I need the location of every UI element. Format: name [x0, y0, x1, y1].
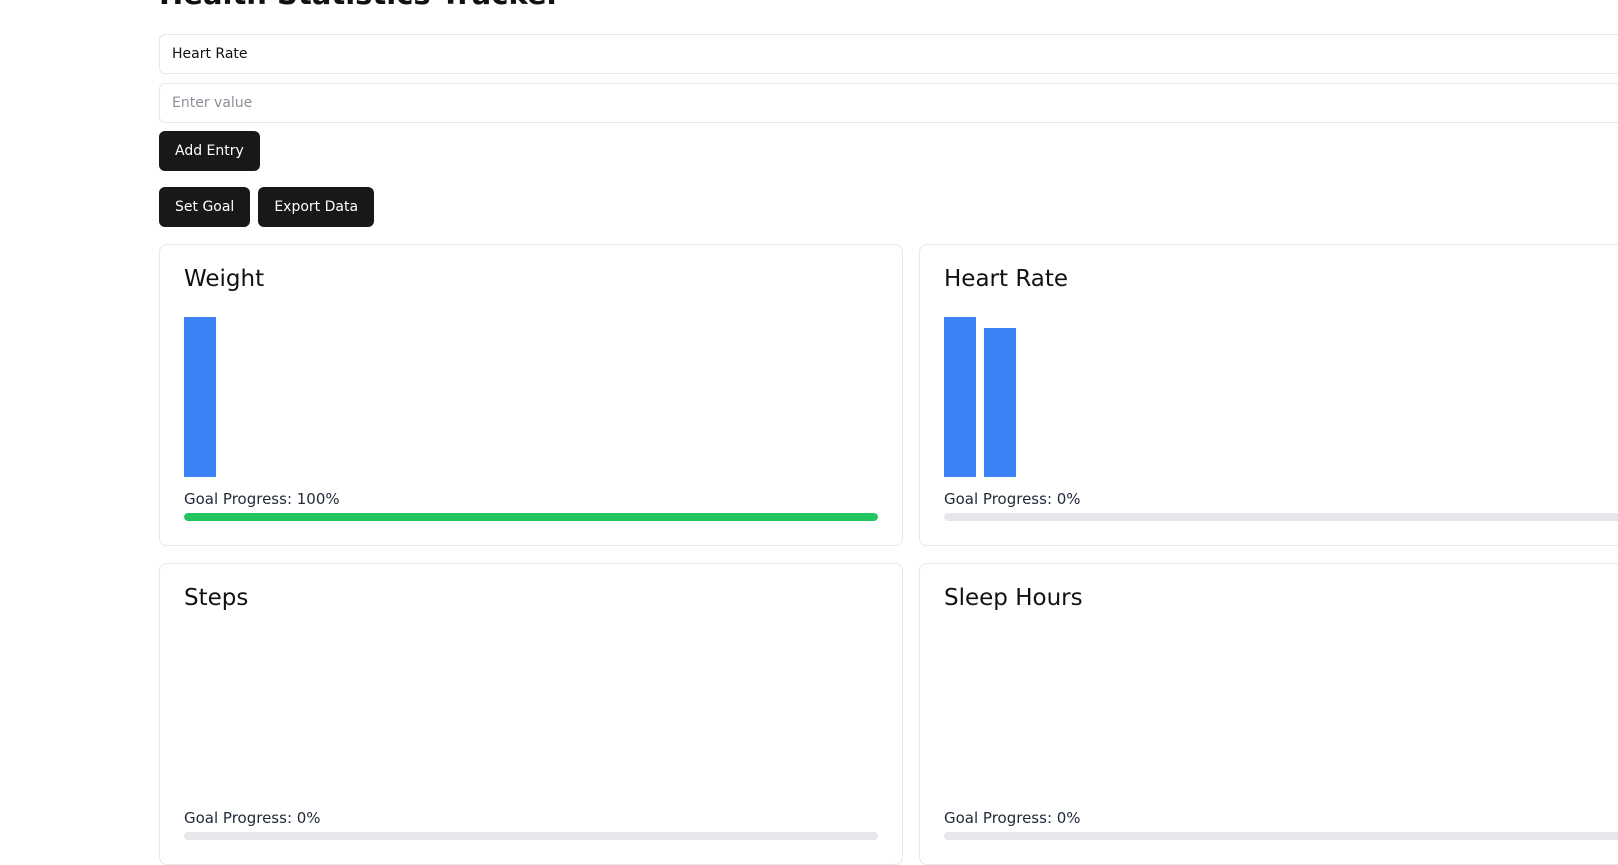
value-input[interactable]: Enter value	[159, 83, 1618, 123]
goal-progress-bar	[944, 513, 1618, 521]
goal-progress-bar	[944, 832, 1618, 840]
action-buttons: Set Goal Export Data	[159, 187, 1618, 227]
add-entry-button[interactable]: Add Entry	[159, 131, 260, 171]
export-data-button[interactable]: Export Data	[258, 187, 375, 227]
goal-progress-label: Goal Progress: 0%	[944, 809, 1081, 827]
card-title: Steps	[184, 585, 249, 611]
weight-bar-chart	[184, 317, 878, 477]
card-steps: Steps Goal Progress: 0%	[159, 563, 903, 865]
card-title: Heart Rate	[944, 266, 1069, 292]
card-sleep-hours: Sleep Hours Goal Progress: 0%	[919, 563, 1618, 865]
card-heart-rate: Heart Rate Goal Progress: 0%	[919, 244, 1618, 546]
metric-select-value: Heart Rate	[172, 46, 248, 62]
chart-bar	[184, 317, 216, 477]
chart-bar	[984, 328, 1016, 477]
goal-progress-label: Goal Progress: 0%	[184, 809, 321, 827]
steps-bar-chart	[184, 636, 878, 796]
metric-cards: Weight Goal Progress: 100% Heart Rate Go…	[159, 244, 1618, 865]
page-title: Health Statistics Tracker	[159, 0, 1618, 12]
card-title: Sleep Hours	[944, 585, 1083, 611]
goal-progress-label: Goal Progress: 0%	[944, 490, 1081, 508]
card-title: Weight	[184, 266, 265, 292]
goal-progress-bar	[184, 832, 878, 840]
goal-progress-fill	[184, 513, 878, 521]
goal-progress-bar	[184, 513, 878, 521]
chart-bar	[944, 317, 976, 477]
value-input-placeholder: Enter value	[172, 95, 253, 111]
sleep-hours-bar-chart	[944, 636, 1618, 796]
heart-rate-bar-chart	[944, 317, 1618, 477]
card-weight: Weight Goal Progress: 100%	[159, 244, 903, 546]
health-tracker-page: Health Statistics Tracker Heart Rate Ent…	[159, 0, 1618, 865]
goal-progress-label: Goal Progress: 100%	[184, 490, 340, 508]
metric-select[interactable]: Heart Rate	[159, 34, 1618, 74]
set-goal-button[interactable]: Set Goal	[159, 187, 251, 227]
